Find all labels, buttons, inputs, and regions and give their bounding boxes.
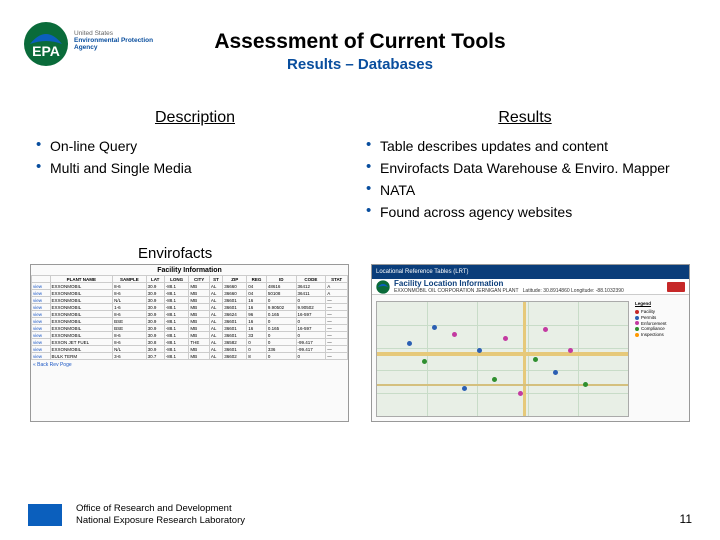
- map-header-bar: Locational Reference Tables (LRT): [372, 265, 689, 279]
- results-item: NATA: [366, 179, 690, 201]
- footer-color-bar: [28, 504, 62, 526]
- results-item: Found across agency websites: [366, 201, 690, 223]
- description-column: Description On-line Query Multi and Sing…: [30, 109, 360, 223]
- description-item: Multi and Single Media: [36, 157, 360, 179]
- legend-title: Legend: [635, 301, 687, 307]
- results-item: Table describes updates and content: [366, 135, 690, 157]
- map-canvas: [376, 301, 629, 417]
- footer-line1: Office of Research and Development: [76, 503, 245, 514]
- envirofacts-table-thumbnail: Facility Information PLANT NAMESAMPLELAT…: [30, 264, 349, 422]
- page-number: 11: [680, 512, 692, 526]
- results-column: Results Table describes updates and cont…: [360, 109, 690, 223]
- enviromapper-map-thumbnail: Locational Reference Tables (LRT) Facili…: [371, 264, 690, 422]
- epa-logo: EPA United States Environmental Protecti…: [24, 22, 153, 66]
- epa-seal-icon: EPA: [24, 22, 68, 66]
- thumb-table-title: Facility Information: [31, 265, 348, 275]
- legend-item: Facility: [641, 309, 655, 314]
- map-coords: Latitude: 30.8914860 Longitude: -88.1032…: [523, 288, 624, 294]
- logo-line1: United States: [74, 30, 153, 37]
- results-heading: Results: [360, 109, 690, 127]
- logo-line2: Environmental Protection: [74, 37, 153, 44]
- thumb-table: PLANT NAMESAMPLELATLONGCITYSTZIPREGIDCOD…: [31, 275, 348, 360]
- description-item: On-line Query: [36, 135, 360, 157]
- epa-seal-icon: [376, 280, 390, 294]
- legend-item: Permits: [641, 315, 656, 320]
- map-legend: Legend Facility Permits Enforcement Comp…: [633, 297, 689, 421]
- svg-text:EPA: EPA: [32, 43, 60, 59]
- epa-logo-text: United States Environmental Protection A…: [74, 30, 153, 51]
- legend-item: Inspections: [641, 332, 664, 337]
- description-heading: Description: [30, 109, 360, 127]
- results-item: Envirofacts Data Warehouse & Enviro. Map…: [366, 157, 690, 179]
- thumb-table-footer: « Back Rev Poge: [31, 360, 348, 370]
- legend-item: Compliance: [641, 326, 665, 331]
- footer-line2: National Exposure Research Laboratory: [76, 515, 245, 526]
- footer-text: Office of Research and Development Natio…: [76, 503, 245, 526]
- logo-line3: Agency: [74, 44, 153, 51]
- envirofacts-label: Envirofacts: [138, 245, 692, 262]
- legend-item: Enforcement: [641, 321, 667, 326]
- map-subtitle: EXXONMOBIL OIL CORPORATION JERNIGAN PLAN…: [394, 288, 518, 294]
- map-action-button: [667, 282, 685, 292]
- map-title-bar: Facility Location Information EXXONMOBIL…: [372, 279, 689, 295]
- map-title: Facility Location Information: [394, 279, 624, 288]
